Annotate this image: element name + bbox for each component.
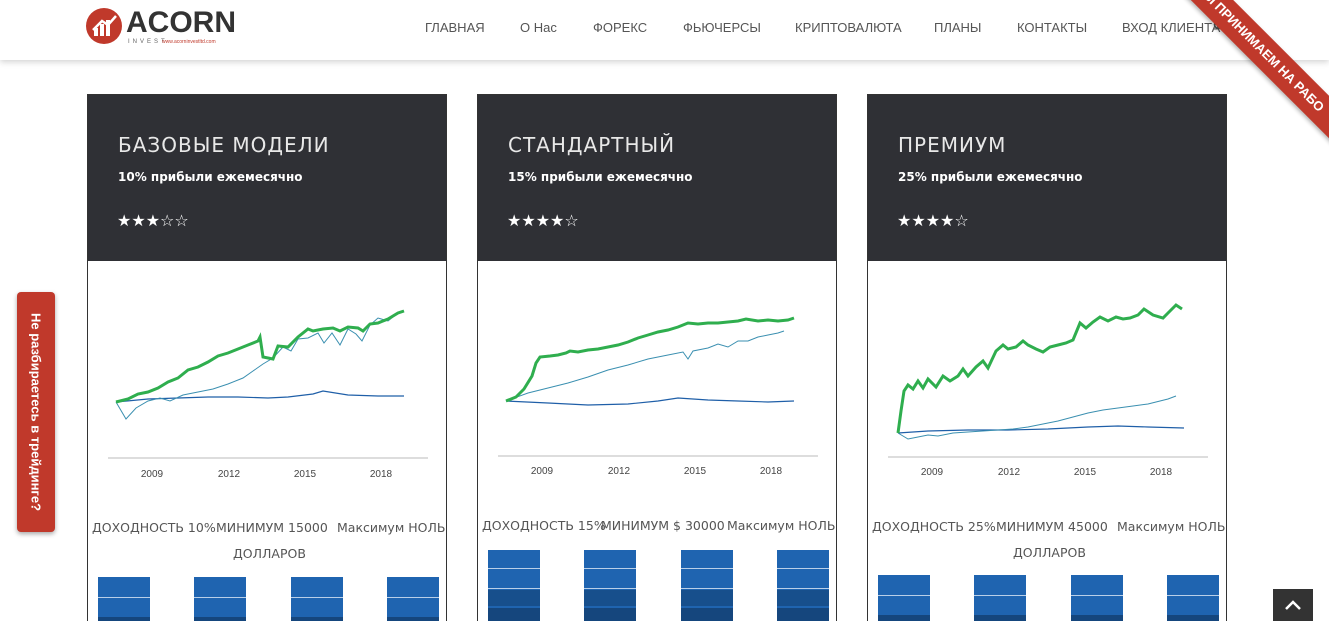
nav-item-forex[interactable]: ФОРЕКС <box>593 20 647 35</box>
scroll-top-button[interactable] <box>1273 589 1313 621</box>
plan-stats: ДОХОДНОСТЬ 25% МИНИМУМ 45000 Максимум НО… <box>868 514 1226 566</box>
bar-column <box>681 550 733 621</box>
plan-minimum: МИНИМУМ 45000 <box>996 519 1108 534</box>
chart-line-plan <box>505 316 795 403</box>
plan-stats: ДОХОДНОСТЬ 10% МИНИМУМ 15000 Максимум НО… <box>88 515 446 567</box>
bar-column <box>974 575 1026 621</box>
logo-text: ACORN <box>126 6 236 39</box>
chart-x-tick: 2018 <box>370 469 393 480</box>
plan-maximum: Максимум НОЛЬ <box>1117 519 1226 534</box>
chart-line-benchmark <box>115 390 404 403</box>
plan-card-header: БАЗОВЫЕ МОДЕЛИ 10% прибыли ежемесячно ★★… <box>88 95 446 261</box>
logo-url: www.acorninvestltd.com <box>162 39 216 45</box>
star-rating: ★★★★☆ <box>507 211 579 230</box>
performance-chart: 2009 2012 2015 2018 <box>108 309 428 480</box>
plan-stats: ДОХОДНОСТЬ 15% МИНИМУМ $ 30000 Максимум … <box>478 513 836 539</box>
chart-x-tick: 2012 <box>218 469 241 480</box>
nav-item-home[interactable]: ГЛАВНАЯ <box>425 20 485 35</box>
nav-item-crypto[interactable]: КРИПТОВАЛЮТА <box>795 20 902 35</box>
plan-currency: ДОЛЛАРОВ <box>1013 545 1086 560</box>
nav-item-about[interactable]: О Нас <box>520 20 557 35</box>
chart-x-tick: 2015 <box>294 469 317 480</box>
chart-line-benchmark <box>897 425 1185 434</box>
plan-card-standard: СТАНДАРТНЫЙ 15% прибыли ежемесячно ★★★★☆… <box>477 94 837 621</box>
plan-maximum: Максимум НОЛЬ <box>337 520 446 535</box>
nav-item-plans[interactable]: ПЛАНЫ <box>934 20 981 35</box>
chart-x-tick: 2018 <box>1150 467 1173 478</box>
chevron-up-icon <box>1285 600 1301 610</box>
chart-line-index <box>115 310 405 420</box>
logo[interactable]: ACORN INVEST www.acorninvestltd.com <box>86 6 236 48</box>
chart-x-tick: 2009 <box>141 469 164 480</box>
bar-column <box>488 550 540 621</box>
chart-x-tick: 2015 <box>1074 467 1097 478</box>
nav-item-client-login[interactable]: ВХОД КЛИЕНТА <box>1122 20 1220 35</box>
plan-profit: 15% прибыли ежемесячно <box>508 170 693 184</box>
plan-minimum: МИНИМУМ $ 30000 <box>601 518 725 533</box>
performance-chart: 2009 2012 2015 2018 <box>498 316 818 477</box>
chart-line-index <box>505 330 785 402</box>
nav-item-contacts[interactable]: КОНТАКТЫ <box>1017 20 1087 35</box>
chart-x-tick: 2012 <box>998 467 1021 478</box>
bar-column <box>777 550 829 621</box>
plan-card-header: СТАНДАРТНЫЙ 15% прибыли ежемесячно ★★★★☆ <box>478 95 836 261</box>
chart-x-tick: 2012 <box>608 466 631 477</box>
plan-minimum: МИНИМУМ 15000 <box>216 520 328 535</box>
plan-card-header: ПРЕМИУМ 25% прибыли ежемесячно ★★★★☆ <box>868 95 1226 261</box>
plan-title: СТАНДАРТНЫЙ <box>508 133 676 157</box>
chart-x-tick: 2009 <box>921 467 944 478</box>
chart-x-tick: 2015 <box>684 466 707 477</box>
bar-column <box>584 550 636 621</box>
site-header: ACORN INVEST www.acorninvestltd.com ГЛАВ… <box>0 0 1329 60</box>
chart-x-tick: 2018 <box>760 466 783 477</box>
trading-help-label: Не разбираетесь в трейдинге? <box>28 312 44 512</box>
plan-yield: ДОХОДНОСТЬ 25% <box>872 519 996 534</box>
performance-chart: 2009 2012 2015 2018 <box>888 303 1208 478</box>
chart-line-plan <box>896 303 1183 434</box>
chart-line-plan <box>115 309 405 404</box>
plan-title: БАЗОВЫЕ МОДЕЛИ <box>118 133 330 157</box>
star-rating: ★★★☆☆ <box>117 211 189 230</box>
plan-currency: ДОЛЛАРОВ <box>233 546 306 561</box>
nav-item-futures[interactable]: ФЬЮЧЕРСЫ <box>683 20 761 35</box>
plan-yield: ДОХОДНОСТЬ 10% <box>92 520 216 535</box>
bar-column <box>387 577 439 621</box>
trading-help-tab[interactable]: Не разбираетесь в трейдинге? <box>17 292 55 532</box>
bar-column <box>98 577 150 621</box>
plan-maximum: Максимум НОЛЬ <box>727 518 836 533</box>
star-rating: ★★★★☆ <box>897 211 969 230</box>
plan-yield: ДОХОДНОСТЬ 15% <box>482 518 606 533</box>
bar-column <box>878 575 930 621</box>
bar-column <box>1167 575 1219 621</box>
bar-column <box>291 577 343 621</box>
chart-line-benchmark <box>505 397 795 406</box>
acorn-logo-icon <box>86 8 122 44</box>
plan-card-basic: БАЗОВЫЕ МОДЕЛИ 10% прибыли ежемесячно ★★… <box>87 94 447 621</box>
plan-title: ПРЕМИУМ <box>898 133 1007 157</box>
plan-card-premium: ПРЕМИУМ 25% прибыли ежемесячно ★★★★☆ 200… <box>867 94 1227 621</box>
plan-profit: 10% прибыли ежемесячно <box>118 170 303 184</box>
plan-profit: 25% прибыли ежемесячно <box>898 170 1083 184</box>
bar-column <box>194 577 246 621</box>
chart-x-tick: 2009 <box>531 466 554 477</box>
chart-line-index <box>897 395 1177 440</box>
bar-column <box>1071 575 1123 621</box>
